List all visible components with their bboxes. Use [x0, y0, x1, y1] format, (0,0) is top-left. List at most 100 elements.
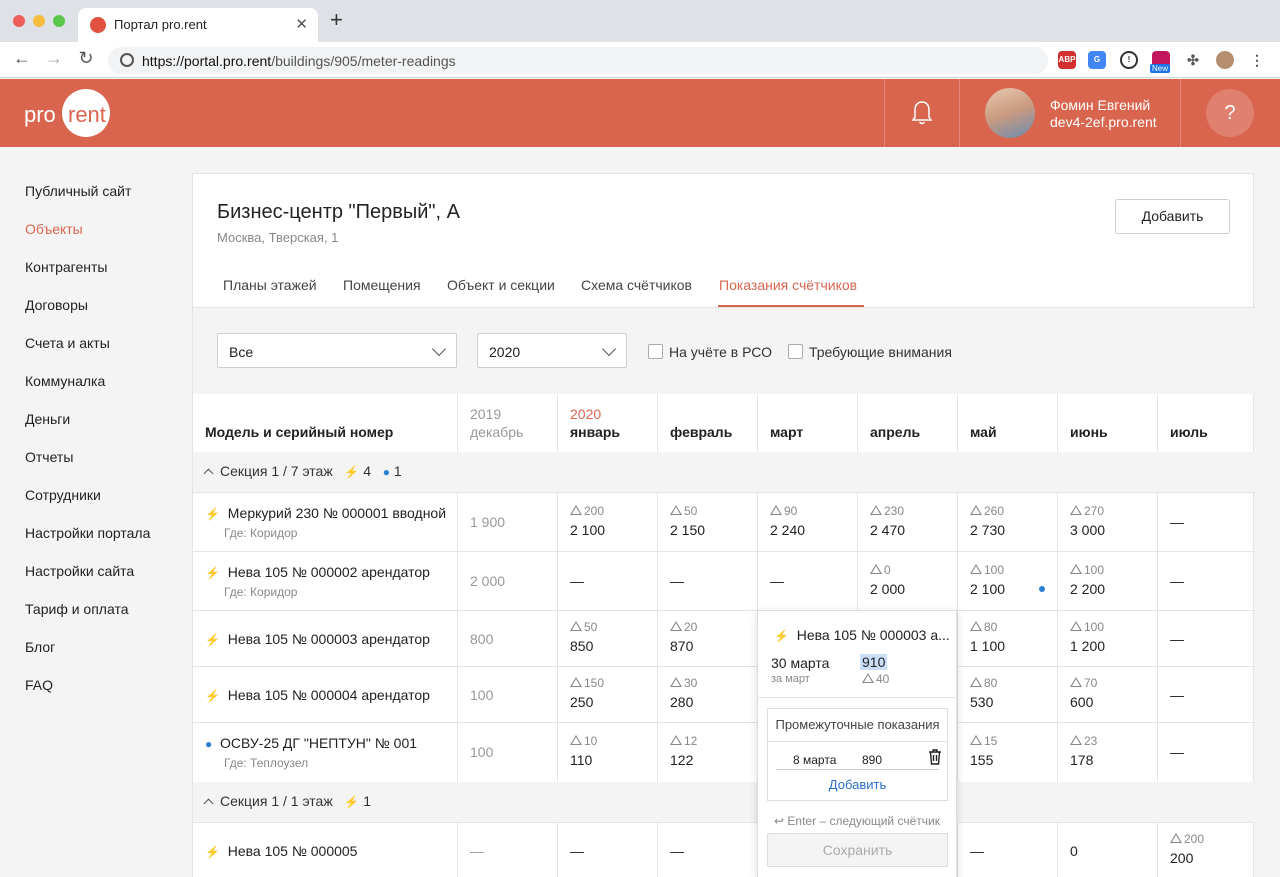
help-button[interactable]: ?	[1206, 89, 1254, 137]
reading-cell[interactable]: —	[1170, 631, 1184, 647]
save-button[interactable]: Сохранить	[767, 833, 948, 867]
site-info-icon[interactable]	[120, 53, 134, 67]
reading-cell[interactable]: 155	[970, 752, 993, 768]
delta-icon	[970, 564, 982, 574]
sidebar-item-tariff[interactable]: Тариф и оплата	[25, 601, 129, 617]
reading-cell[interactable]: 0	[1070, 843, 1078, 859]
adblock-extension-icon[interactable]: ABP	[1058, 51, 1076, 69]
reading-cell[interactable]: 200	[1170, 850, 1193, 866]
address-bar[interactable]: https://portal.pro.rent/buildings/905/me…	[108, 47, 1048, 74]
tab-meter-readings[interactable]: Показания счётчиков	[719, 277, 857, 293]
reading-cell[interactable]: 850	[570, 638, 593, 654]
reading-cell[interactable]: —	[1170, 744, 1184, 760]
reading-cell[interactable]: 122	[670, 752, 693, 768]
tab-meter-scheme[interactable]: Схема счётчиков	[581, 277, 692, 293]
year-select[interactable]: 2020	[477, 333, 627, 368]
sidebar-item-objects[interactable]: Объекты	[25, 221, 83, 237]
sidebar-item-invoices[interactable]: Счета и акты	[25, 335, 110, 351]
reading-cell[interactable]: 250	[570, 694, 593, 710]
trash-icon[interactable]	[928, 749, 942, 765]
reload-icon[interactable]: ↻	[74, 48, 98, 69]
tab-close-icon[interactable]: ✕	[295, 15, 308, 33]
reading-input[interactable]: 910	[860, 654, 888, 670]
add-button[interactable]: Добавить	[1115, 199, 1230, 234]
maximize-window-button[interactable]	[53, 15, 65, 27]
reading-cell[interactable]: —	[670, 573, 684, 589]
reading-cell[interactable]: 870	[670, 638, 693, 654]
attention-checkbox-label[interactable]: Требующие внимания	[809, 344, 952, 360]
add-interim-link[interactable]: Добавить	[768, 777, 947, 792]
lightning-icon: ⚡	[774, 629, 789, 643]
sidebar-item-contracts[interactable]: Договоры	[25, 297, 88, 313]
reading-cell[interactable]: —	[670, 843, 684, 859]
attention-checkbox[interactable]	[788, 344, 803, 359]
reading-cell[interactable]: 110	[570, 752, 592, 768]
reading-cell[interactable]: —	[1170, 514, 1184, 530]
reading-cell[interactable]: —	[570, 843, 584, 859]
reading-cell[interactable]: 2 200	[1070, 581, 1105, 597]
sidebar-item-counterparties[interactable]: Контрагенты	[25, 259, 107, 275]
sidebar-item-money[interactable]: Деньги	[25, 411, 70, 427]
reading-cell[interactable]: 600	[1070, 694, 1093, 710]
forward-arrow-icon[interactable]: →	[42, 48, 66, 69]
minimize-window-button[interactable]	[33, 15, 45, 27]
section-label[interactable]: Секция 1 / 1 этаж ⚡ 1	[203, 793, 371, 809]
rso-checkbox[interactable]	[648, 344, 663, 359]
avatar[interactable]	[985, 88, 1035, 138]
back-arrow-icon[interactable]: ←	[10, 48, 34, 69]
sidebar-item-utilities[interactable]: Коммуналка	[25, 373, 105, 389]
reading-cell[interactable]: 2 240	[770, 522, 805, 538]
sidebar-item-blog[interactable]: Блог	[25, 639, 55, 655]
reading-edit-popup: ⚡ Нева 105 № 000003 а... 30 марта за мар…	[757, 610, 957, 877]
tab-premises[interactable]: Помещения	[343, 277, 421, 293]
puzzle-extensions-icon[interactable]: ✣	[1184, 51, 1202, 69]
interim-value-input[interactable]: 890	[862, 753, 882, 767]
bell-icon[interactable]	[910, 99, 934, 127]
reading-cell[interactable]: 2 100	[570, 522, 605, 538]
sidebar-item-employees[interactable]: Сотрудники	[25, 487, 101, 503]
profile-avatar-icon[interactable]	[1216, 51, 1234, 69]
filter-bar: Все 2020 На учёте в РСО Требующие вниман…	[193, 308, 1255, 394]
reading-cell[interactable]: —	[970, 843, 984, 859]
browser-menu-icon[interactable]: ⋮	[1248, 51, 1266, 69]
reading-cell[interactable]: 2 150	[670, 522, 705, 538]
user-name[interactable]: Фомин Евгений	[1050, 97, 1150, 113]
reading-cell[interactable]: —	[1170, 687, 1184, 703]
info-extension-icon[interactable]: !	[1120, 51, 1138, 69]
reading-cell[interactable]: 2 100	[970, 581, 1005, 597]
tab-floor-plans[interactable]: Планы этажей	[223, 277, 317, 293]
delta-icon	[862, 673, 874, 683]
delta-icon	[970, 677, 982, 687]
interim-date-input[interactable]: 8 марта	[793, 753, 836, 767]
rso-checkbox-label[interactable]: На учёте в РСО	[669, 344, 772, 360]
new-tab-button[interactable]: +	[330, 9, 343, 31]
reading-cell[interactable]: —	[570, 573, 584, 589]
sidebar-item-portal-settings[interactable]: Настройки портала	[25, 525, 150, 541]
translate-extension-icon[interactable]: G	[1088, 51, 1106, 69]
reading-cell[interactable]: 178	[1070, 752, 1093, 768]
prev-reading: 2 000	[470, 573, 506, 589]
reading-cell[interactable]: 530	[970, 694, 993, 710]
reading-cell[interactable]: 2 470	[870, 522, 905, 538]
reading-cell[interactable]: —	[770, 573, 784, 589]
section-row[interactable]: Секция 1 / 7 этаж ⚡ 4 ● 1	[193, 452, 1255, 492]
close-window-button[interactable]	[13, 15, 25, 27]
reading-cell[interactable]: 1 200	[1070, 638, 1105, 654]
reading-cell[interactable]: 280	[670, 694, 693, 710]
type-select[interactable]: Все	[217, 333, 457, 368]
row-divider	[193, 822, 1255, 823]
tab-object-sections[interactable]: Объект и секции	[447, 277, 555, 293]
reading-cell[interactable]: 3 000	[1070, 522, 1105, 538]
section-row[interactable]: Секция 1 / 1 этаж ⚡ 1	[193, 782, 1255, 822]
sidebar-item-site-settings[interactable]: Настройки сайта	[25, 563, 134, 579]
section-label[interactable]: Секция 1 / 7 этаж ⚡ 4 ● 1	[203, 463, 402, 479]
reading-cell[interactable]: —	[1170, 573, 1184, 589]
sidebar-item-public-site[interactable]: Публичный сайт	[25, 183, 131, 199]
reading-cell[interactable]: 2 730	[970, 522, 1005, 538]
browser-tab[interactable]: Портал pro.rent ✕	[78, 8, 318, 42]
reading-cell[interactable]: 2 000	[870, 581, 905, 597]
delta-label: 80	[970, 676, 997, 690]
sidebar-item-faq[interactable]: FAQ	[25, 677, 53, 693]
reading-cell[interactable]: 1 100	[970, 638, 1005, 654]
sidebar-item-reports[interactable]: Отчеты	[25, 449, 73, 465]
